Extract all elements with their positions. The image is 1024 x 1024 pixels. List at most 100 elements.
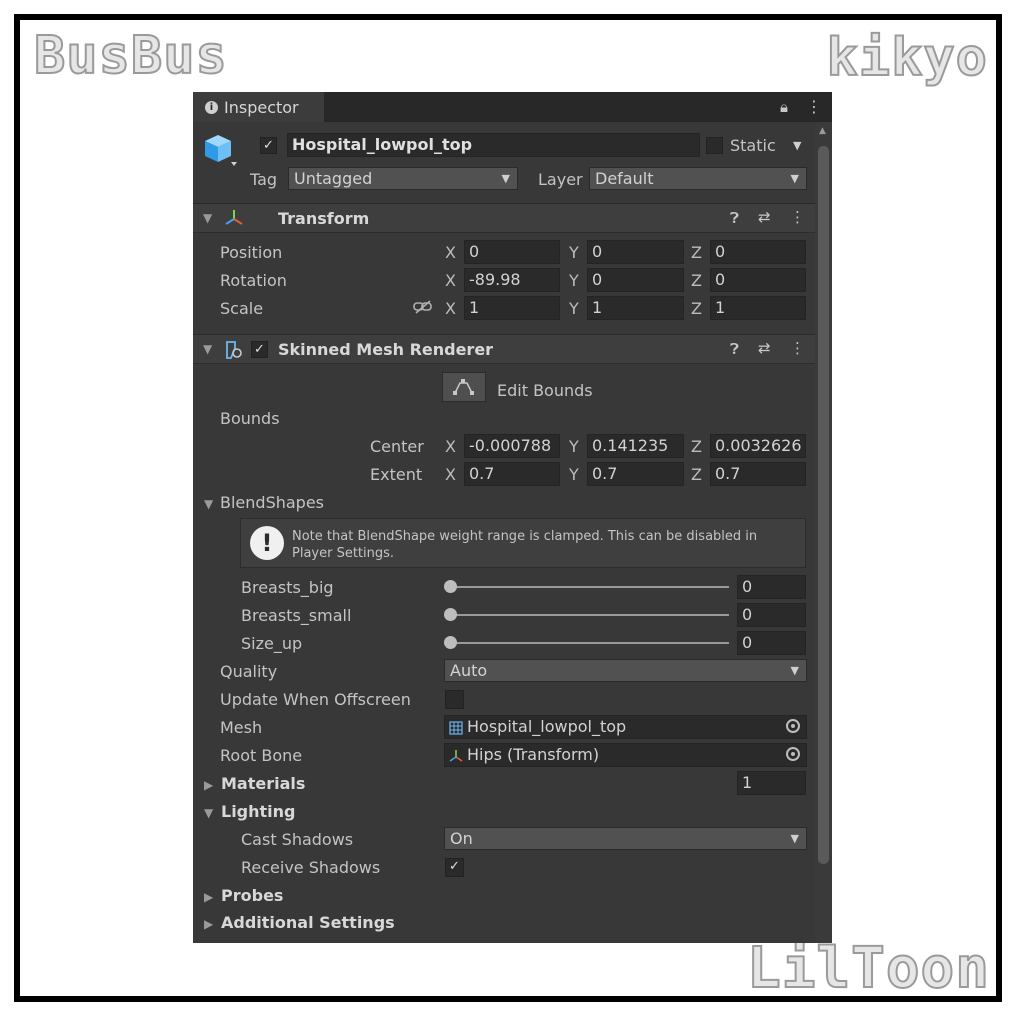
position-z-field[interactable]: 0 (710, 240, 806, 264)
scroll-up-arrow-icon[interactable]: ▲ (819, 126, 826, 136)
rotation-y-field[interactable]: 0 (587, 268, 684, 292)
tag-dropdown[interactable]: Untagged ▼ (288, 167, 518, 190)
blendshapes-label[interactable]: BlendShapes (220, 493, 324, 512)
quality-label: Quality (220, 662, 278, 681)
tag-value: Untagged (294, 169, 373, 188)
axis-x-label: X (445, 243, 456, 262)
vertical-scrollbar[interactable]: ▲ (815, 122, 832, 943)
warning-icon: ! (250, 526, 284, 560)
chevron-down-icon: ▼ (790, 832, 799, 845)
foldout-arrow-icon[interactable]: ▼ (204, 497, 213, 511)
foldout-arrow-right-icon[interactable]: ▶ (204, 917, 213, 931)
skinned-mesh-icon (226, 341, 242, 359)
rotation-x-field[interactable]: -89.98 (464, 268, 560, 292)
position-y-field[interactable]: 0 (587, 240, 684, 264)
scrollbar-thumb[interactable] (818, 146, 829, 864)
transform-title: Transform (278, 209, 370, 228)
tag-label: Tag (250, 170, 278, 189)
foldout-arrow-icon[interactable]: ▼ (203, 211, 212, 225)
chevron-down-icon: ▼ (790, 172, 799, 185)
mesh-label: Mesh (220, 718, 263, 737)
presets-icon[interactable]: ⇄ (758, 208, 771, 226)
static-checkbox[interactable] (706, 137, 723, 154)
presets-icon[interactable]: ⇄ (758, 339, 771, 357)
transform-icon (449, 750, 463, 762)
blendshape-label: Breasts_small (241, 606, 352, 625)
cast-shadows-dropdown[interactable]: On ▼ (444, 827, 807, 850)
center-z-field[interactable]: 0.0032626 (710, 434, 806, 458)
edit-bounds-button[interactable] (442, 372, 486, 402)
object-name-input[interactable]: Hospital_lowpol_top (287, 133, 700, 157)
blendshape-slider-knob[interactable] (444, 580, 457, 593)
tab-inspector-label: Inspector (224, 97, 299, 117)
quality-dropdown[interactable]: Auto ▼ (444, 659, 807, 682)
object-picker-icon[interactable] (786, 747, 800, 761)
mesh-icon (449, 721, 463, 735)
foldout-arrow-icon[interactable]: ▼ (204, 806, 213, 820)
help-icon[interactable]: ❓︎ (730, 340, 739, 358)
center-x-field[interactable]: -0.000788 (464, 434, 560, 458)
axis-y-label: Y (569, 437, 579, 456)
chevron-down-icon: ▼ (501, 172, 510, 185)
active-checkbox[interactable]: ✓ (260, 137, 277, 154)
lock-icon[interactable]: 🔒︎ (780, 98, 788, 116)
object-picker-icon[interactable] (786, 719, 800, 733)
update-when-offscreen-checkbox[interactable] (445, 690, 464, 709)
axis-x-label: X (445, 437, 456, 456)
blendshape-slider-track[interactable] (445, 642, 729, 644)
receive-shadows-checkbox[interactable]: ✓ (445, 858, 464, 877)
axis-y-label: Y (569, 465, 579, 484)
help-icon[interactable]: ❓︎ (730, 209, 739, 227)
blendshape-help-box: ! Note that BlendShape weight range is c… (240, 518, 806, 568)
blendshape-slider-knob[interactable] (444, 636, 457, 649)
layer-value: Default (595, 169, 654, 188)
kebab-menu-icon[interactable]: ⋮ (790, 339, 805, 357)
skinned-mesh-renderer-header[interactable]: ▼ ✓ Skinned Mesh Renderer ❓︎ ⇄ ⋮ (193, 334, 815, 364)
center-label: Center (370, 437, 424, 456)
root-bone-value: Hips (Transform) (467, 745, 600, 764)
blendshape-slider-track[interactable] (445, 586, 729, 588)
blendshape-value-field[interactable]: 0 (737, 575, 806, 599)
static-dropdown-arrow-icon[interactable]: ▼ (793, 139, 801, 152)
scale-z-field[interactable]: 1 (710, 296, 806, 320)
rotation-z-field[interactable]: 0 (710, 268, 806, 292)
transform-header[interactable]: ▼ Transform ❓︎ ⇄ ⋮ (193, 203, 815, 233)
layer-dropdown[interactable]: Default ▼ (589, 167, 807, 190)
tab-bar: i Inspector 🔒︎ ⋮ (193, 92, 832, 122)
layer-label: Layer (538, 170, 583, 189)
root-bone-object-field[interactable]: Hips (Transform) (444, 743, 807, 767)
materials-count-field[interactable]: 1 (737, 771, 806, 795)
constrain-proportions-icon[interactable] (413, 300, 433, 314)
kebab-menu-icon[interactable]: ⋮ (806, 97, 822, 116)
position-x-field[interactable]: 0 (464, 240, 560, 264)
receive-shadows-label: Receive Shadows (241, 858, 381, 877)
scale-x-field[interactable]: 1 (464, 296, 560, 320)
probes-label[interactable]: Probes (221, 886, 283, 905)
cast-shadows-value: On (450, 829, 473, 848)
blendshape-value-field[interactable]: 0 (737, 631, 806, 655)
foldout-arrow-right-icon[interactable]: ▶ (204, 890, 213, 904)
tab-inspector[interactable]: i Inspector (193, 92, 324, 122)
blendshape-slider-track[interactable] (445, 614, 729, 616)
help-text: Note that BlendShape weight range is cla… (292, 529, 758, 561)
materials-label[interactable]: Materials (221, 774, 305, 793)
gameobject-cube-icon[interactable] (203, 132, 237, 170)
extent-z-field[interactable]: 0.7 (710, 462, 806, 486)
additional-settings-label[interactable]: Additional Settings (221, 913, 395, 932)
kebab-menu-icon[interactable]: ⋮ (790, 208, 805, 226)
axis-x-label: X (445, 299, 456, 318)
extent-x-field[interactable]: 0.7 (464, 462, 560, 486)
foldout-arrow-icon[interactable]: ▼ (203, 342, 212, 356)
mesh-object-field[interactable]: Hospital_lowpol_top (444, 715, 807, 739)
blendshape-value-field[interactable]: 0 (737, 603, 806, 627)
scale-y-field[interactable]: 1 (587, 296, 684, 320)
axis-z-label: Z (691, 271, 702, 290)
foldout-arrow-right-icon[interactable]: ▶ (204, 778, 213, 792)
extent-y-field[interactable]: 0.7 (587, 462, 684, 486)
lighting-label[interactable]: Lighting (221, 802, 296, 821)
renderer-enabled-checkbox[interactable]: ✓ (251, 341, 268, 358)
center-y-field[interactable]: 0.141235 (587, 434, 684, 458)
position-label: Position (220, 243, 283, 262)
scale-label: Scale (220, 299, 264, 318)
blendshape-slider-knob[interactable] (444, 608, 457, 621)
